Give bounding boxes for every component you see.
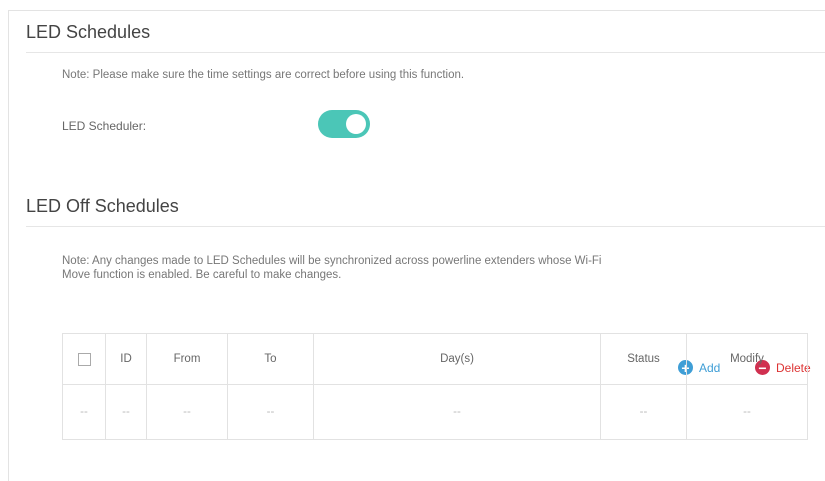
led-scheduler-label: LED Scheduler: (62, 119, 147, 133)
column-header-days[interactable]: Day(s) (313, 333, 601, 385)
column-header-from[interactable]: From (146, 333, 228, 385)
led-off-schedules-title: LED Off Schedules (26, 196, 179, 216)
section-divider (26, 226, 825, 227)
led-off-schedules-table: ID From To Day(s) Status Modify -- -- --… (62, 333, 808, 440)
note-line-2: Move function is enabled. Be careful to … (62, 269, 342, 281)
cell-modify: -- (686, 384, 808, 440)
cell-to: -- (227, 384, 314, 440)
table-header-row: ID From To Day(s) Status Modify (62, 333, 808, 385)
led-off-schedules-note: Note: Any changes made to LED Schedules … (62, 254, 602, 282)
led-scheduler-toggle[interactable] (318, 110, 370, 138)
cell-select: -- (62, 384, 106, 440)
cell-from: -- (146, 384, 228, 440)
led-schedules-title: LED Schedules (26, 22, 151, 42)
note-line-1: Note: Any changes made to LED Schedules … (62, 255, 602, 267)
toggle-knob (346, 114, 366, 134)
cell-days: -- (313, 384, 601, 440)
column-header-to[interactable]: To (227, 333, 314, 385)
led-schedules-note: Note: Please make sure the time settings… (62, 69, 465, 81)
cell-status: -- (600, 384, 687, 440)
cell-id: -- (105, 384, 147, 440)
column-header-status[interactable]: Status (600, 333, 687, 385)
column-header-modify[interactable]: Modify (686, 333, 808, 385)
select-all-checkbox[interactable] (77, 352, 91, 366)
select-all-header (62, 333, 106, 385)
section-divider (26, 52, 825, 53)
column-header-id[interactable]: ID (105, 333, 147, 385)
table-row: -- -- -- -- -- -- -- (62, 384, 808, 440)
